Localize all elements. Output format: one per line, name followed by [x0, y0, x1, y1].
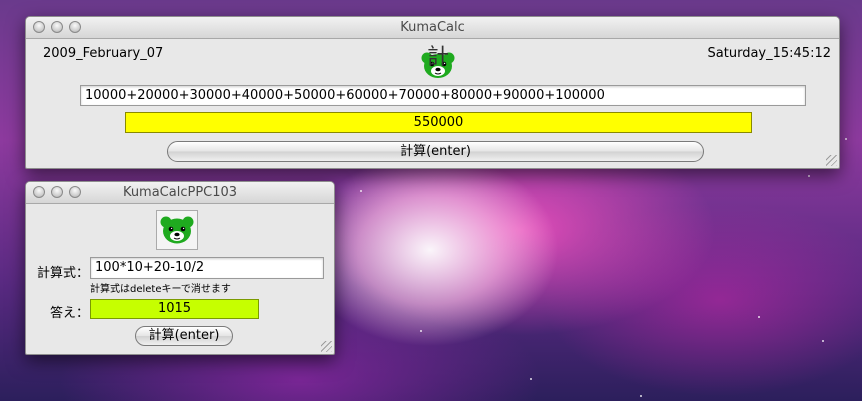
formula-input[interactable]: 100*10+20-10/2 — [90, 257, 324, 279]
resize-grip-icon[interactable] — [321, 341, 332, 352]
calculate-button[interactable]: 計算(enter) — [135, 326, 233, 346]
formula-label: 計算式： — [37, 266, 90, 281]
bear-icon: 計 — [420, 42, 456, 80]
resize-grip-icon[interactable] — [826, 155, 837, 166]
calc-kanji: 計 — [426, 45, 449, 70]
date-label: 2009_February_07 — [43, 46, 164, 61]
title-bar[interactable]: KumaCalc — [26, 17, 839, 39]
calculate-button[interactable]: 計算(enter) — [167, 141, 704, 162]
delete-hint: 計算式はdeleteキーで消せます — [90, 284, 231, 295]
bear-icon — [156, 210, 198, 250]
kumacalcppc-window: KumaCalcPPC103 計算式： 100*10+20-10/2 計算式はd… — [25, 181, 335, 355]
window-title: KumaCalcPPC103 — [122, 185, 238, 200]
time-label: Saturday_15:45:12 — [707, 46, 831, 61]
answer-display: 1015 — [90, 299, 259, 319]
answer-label: 答え： — [50, 306, 90, 321]
kumacalc-window: KumaCalc 2009_February_07 Saturday_15:45… — [25, 16, 840, 169]
result-display: 550000 — [125, 112, 752, 133]
title-bar[interactable]: KumaCalcPPC103 — [26, 182, 334, 204]
expression-input[interactable]: 10000+20000+30000+40000+50000+60000+7000… — [80, 85, 806, 106]
window-title: KumaCalc — [400, 20, 465, 35]
